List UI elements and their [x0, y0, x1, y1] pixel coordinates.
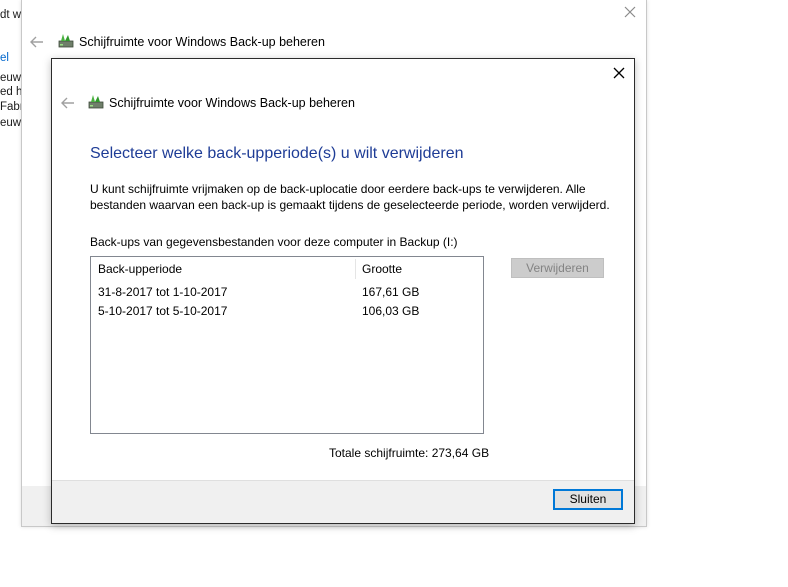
background-window-fragments: dt w el euw ed h Fabr euw. — [0, 0, 22, 140]
backup-period-list[interactable]: Back-upperiode Grootte 31-8-2017 tot 1-1… — [90, 256, 484, 434]
backup-list-label: Back-ups van gegevensbestanden voor deze… — [90, 235, 458, 249]
background-text: ed h — [0, 86, 22, 98]
description-text: U kunt schijfruimte vrijmaken op de back… — [90, 182, 610, 212]
column-header-period[interactable]: Back-upperiode — [98, 262, 182, 276]
close-icon[interactable] — [620, 2, 640, 22]
dialog-footer: Sluiten — [52, 480, 634, 523]
back-arrow-icon[interactable] — [29, 35, 45, 49]
close-icon[interactable] — [611, 65, 627, 81]
column-divider[interactable] — [355, 259, 356, 279]
close-button[interactable]: Sluiten — [553, 489, 623, 510]
list-item[interactable]: 31-8-2017 tot 1-10-2017 167,61 GB — [91, 283, 483, 301]
list-item-period: 31-8-2017 tot 1-10-2017 — [98, 285, 228, 299]
background-text: euw — [0, 72, 22, 84]
column-header-size[interactable]: Grootte — [362, 262, 402, 276]
list-header: Back-upperiode Grootte — [91, 257, 483, 279]
backup-drive-icon — [87, 93, 105, 111]
page-heading: Selecteer welke back-upperiode(s) u wilt… — [90, 145, 464, 162]
backup-drive-icon — [57, 32, 75, 50]
background-link: el — [0, 52, 9, 64]
back-arrow-icon[interactable] — [60, 96, 76, 110]
delete-backup-dialog: Schijfruimte voor Windows Back-up behere… — [51, 58, 635, 524]
background-text: dt w — [0, 9, 22, 21]
background-text: Fabr — [0, 101, 22, 113]
parent-window-title: Schijfruimte voor Windows Back-up behere… — [79, 35, 325, 49]
dialog-title: Schijfruimte voor Windows Back-up behere… — [109, 96, 355, 110]
list-item-size: 167,61 GB — [362, 285, 420, 299]
list-item[interactable]: 5-10-2017 tot 5-10-2017 106,03 GB — [91, 302, 483, 320]
total-disk-space: Totale schijfruimte: 273,64 GB — [329, 446, 490, 460]
delete-button[interactable]: Verwijderen — [511, 258, 604, 278]
background-text: euw. — [0, 117, 22, 129]
list-item-period: 5-10-2017 tot 5-10-2017 — [98, 304, 228, 318]
list-item-size: 106,03 GB — [362, 304, 420, 318]
